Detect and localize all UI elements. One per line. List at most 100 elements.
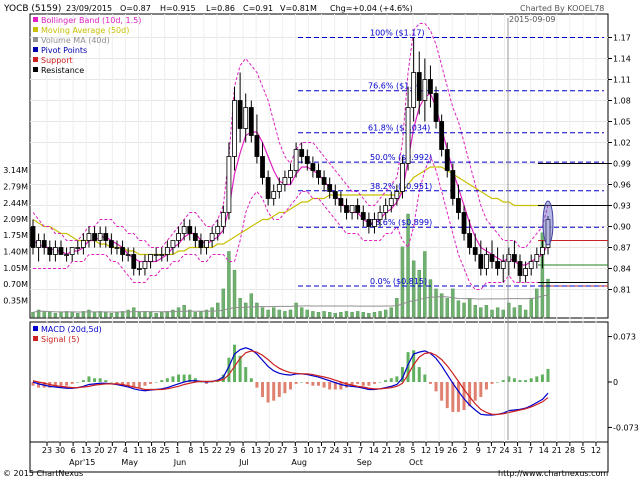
high-label: H=0.915 (160, 4, 196, 13)
volume-bar (288, 309, 293, 318)
macd-histogram-bar (501, 380, 505, 382)
right-axis-label: 0.96 (613, 181, 631, 190)
candle-body (114, 247, 120, 249)
candle-body (232, 100, 237, 157)
macd-histogram-bar (496, 382, 500, 383)
candle-body (226, 156, 232, 213)
candle-body (366, 219, 372, 227)
candle-body (97, 233, 103, 241)
candle-body (142, 261, 148, 269)
candle-body (400, 163, 405, 192)
x-axis-label: 27 (107, 446, 117, 455)
x-axis-label: 25 (160, 446, 170, 455)
volume-bar (327, 312, 332, 318)
candle-body (528, 261, 534, 269)
candle-body (108, 240, 114, 248)
volume-bar (244, 302, 248, 318)
change-label: Chg=+0.04 (+4.6%) (330, 4, 413, 13)
legend-label: Resistance (41, 66, 84, 75)
candle-body (372, 219, 377, 227)
candle-body (243, 107, 249, 129)
macd-histogram-bar (484, 382, 488, 390)
candle-body (103, 233, 109, 241)
x-axis-label: 8 (188, 446, 193, 455)
month-label: Oct (409, 458, 423, 467)
macd-histogram-bar (233, 344, 237, 382)
candle-body (288, 170, 293, 178)
copyright-label: © 2015 ChartNexus (3, 469, 83, 478)
legend-label: Pivot Points (41, 46, 87, 55)
right-axis-label: 0.93 (613, 202, 631, 211)
left-axis-label: 2.09M (3, 215, 28, 224)
x-axis-label: 14 (539, 446, 549, 455)
right-axis-label: 0.87 (613, 244, 631, 253)
candle-body (282, 177, 288, 185)
macd-histogram-bar (428, 382, 432, 384)
candle-body (495, 261, 501, 269)
x-axis-label: 18 (146, 446, 156, 455)
macd-histogram-bar (339, 382, 343, 390)
volume-bar (137, 312, 142, 318)
macd-histogram-bar (535, 376, 539, 382)
fib-level-label: 61.8% ($1.034) (368, 124, 430, 133)
macd-histogram-bar (451, 382, 455, 412)
legend-swatch (33, 27, 38, 32)
volume-bar (272, 307, 276, 318)
candle-body (170, 240, 176, 248)
candle-body (125, 254, 131, 256)
volume-bar (484, 305, 489, 318)
macd-histogram-bar (512, 378, 516, 382)
volume-bar (70, 312, 74, 318)
legend-swatch (33, 17, 38, 22)
candle-body (271, 191, 277, 199)
volume-bar (311, 311, 315, 318)
macd-histogram-bar (434, 382, 438, 392)
x-axis-label: 24 (329, 446, 339, 455)
macd-histogram-bar (423, 374, 427, 382)
volume-bar (535, 288, 539, 318)
volume-bar (467, 298, 472, 318)
macd-axis-label: 0.073 (613, 333, 636, 342)
volume-bar (339, 312, 343, 318)
legend-swatch (33, 47, 38, 52)
macd-histogram-bar (311, 382, 315, 386)
volume-bar (479, 307, 483, 318)
candle-body (489, 254, 495, 262)
volume-bar (322, 311, 326, 318)
x-axis-label: 27 (277, 446, 287, 455)
macd-histogram-bar (445, 382, 449, 409)
candle-body (215, 226, 221, 234)
volume-bar (529, 298, 533, 318)
x-axis-label: 5 (580, 446, 585, 455)
macd-histogram-bar (59, 382, 63, 386)
candle-body (164, 247, 170, 255)
macd-histogram-bar (305, 382, 309, 384)
macd-histogram-bar (149, 382, 153, 384)
volume-bar (395, 298, 399, 318)
x-axis-label: 2 (463, 446, 468, 455)
macd-histogram-bar (87, 376, 91, 382)
candle-body (64, 254, 69, 256)
macd-histogram-bar (462, 382, 466, 410)
volume-label: V=0.81M (280, 4, 317, 13)
candle-body (316, 170, 321, 178)
candle-body (69, 247, 75, 255)
candle-body (254, 135, 260, 157)
volume-bar (333, 313, 337, 318)
candle-body (500, 261, 506, 269)
month-label: Aug (291, 458, 307, 467)
candle-body (439, 121, 445, 150)
legend-label: Bollinger Band (10d, 1.5) (41, 16, 141, 25)
volume-bar (216, 302, 220, 318)
volume-bar (53, 313, 58, 318)
x-axis-label: 5 (410, 446, 415, 455)
x-axis-label: 28 (565, 446, 575, 455)
x-axis-label: 17 (486, 446, 496, 455)
volume-bar (501, 309, 505, 318)
macd-histogram-bar (177, 374, 181, 382)
x-axis-label: 6 (241, 446, 246, 455)
macd-legend-swatch (33, 336, 38, 341)
candle-body (52, 247, 58, 255)
date-label: 23/09/2015 (66, 4, 112, 13)
volume-bar (428, 279, 433, 318)
